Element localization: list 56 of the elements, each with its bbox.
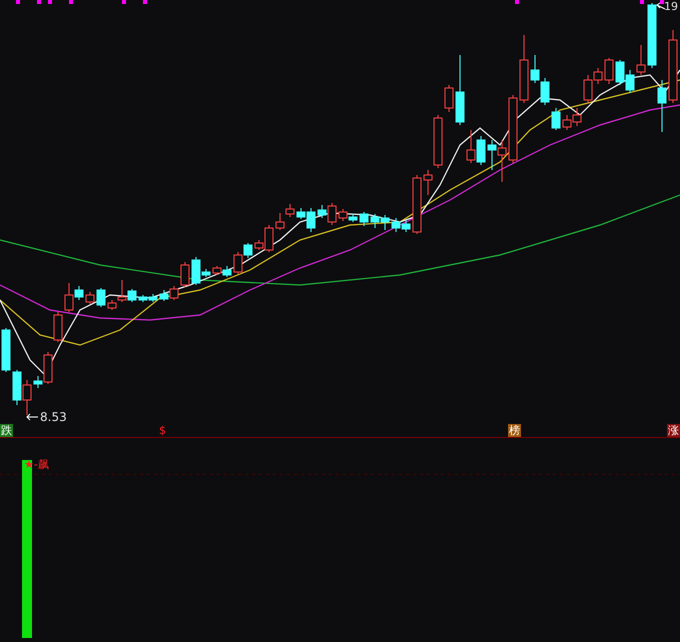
tick-mark xyxy=(640,0,644,4)
tick-mark xyxy=(69,0,73,4)
candlestick xyxy=(86,292,94,304)
tick-mark xyxy=(515,0,519,4)
candlestick xyxy=(212,266,222,276)
candlestick xyxy=(160,290,168,302)
candlestick xyxy=(520,34,528,104)
candlestick xyxy=(22,380,32,416)
tick-mark xyxy=(16,0,20,4)
candlestick xyxy=(530,54,540,84)
candlestick xyxy=(392,218,400,232)
candlestick xyxy=(2,328,10,372)
candlestick xyxy=(488,140,496,170)
candlestick xyxy=(444,84,454,112)
candlestick xyxy=(180,262,190,288)
high-price-label: 19 xyxy=(664,0,678,14)
candlestick xyxy=(456,54,464,126)
candlestick xyxy=(540,78,550,106)
candlestick xyxy=(476,136,486,166)
candlestick xyxy=(412,174,422,234)
candlestick xyxy=(12,370,22,406)
candlestick xyxy=(572,108,582,126)
candlestick xyxy=(54,312,62,342)
candlestick xyxy=(626,70,634,94)
tick-mark xyxy=(122,0,126,4)
candlestick xyxy=(148,294,158,302)
candlestick xyxy=(508,94,518,164)
high-arrow-icon xyxy=(656,2,666,10)
signal-marker: $ xyxy=(158,424,167,437)
candlestick xyxy=(360,212,368,226)
tick-mark xyxy=(143,0,147,4)
candlestick xyxy=(604,58,614,84)
low-price-label: 8.53 xyxy=(40,410,67,424)
tick-mark xyxy=(37,0,41,4)
tick-mark xyxy=(48,0,52,4)
signal-marker: 跌 xyxy=(0,424,13,437)
candlestick xyxy=(222,266,232,278)
candlestick xyxy=(552,108,560,130)
candlestick xyxy=(380,214,390,230)
candlestick xyxy=(562,114,572,130)
candlestick xyxy=(616,60,624,86)
candlestick xyxy=(96,288,106,308)
candlestick xyxy=(286,204,294,218)
candlestick xyxy=(276,212,284,230)
candlestick xyxy=(466,130,476,164)
candlestick xyxy=(402,220,410,232)
candlestick xyxy=(648,2,656,68)
candlestick xyxy=(636,44,646,76)
signal-marker: 榜 xyxy=(508,424,521,437)
signal-marker: 涨 xyxy=(667,424,680,437)
candlestick xyxy=(370,214,380,228)
tick-mark xyxy=(660,0,664,4)
low-arrow-icon xyxy=(26,414,38,420)
candlestick xyxy=(170,286,178,300)
candlestick xyxy=(658,80,666,132)
candlestick xyxy=(498,140,506,182)
